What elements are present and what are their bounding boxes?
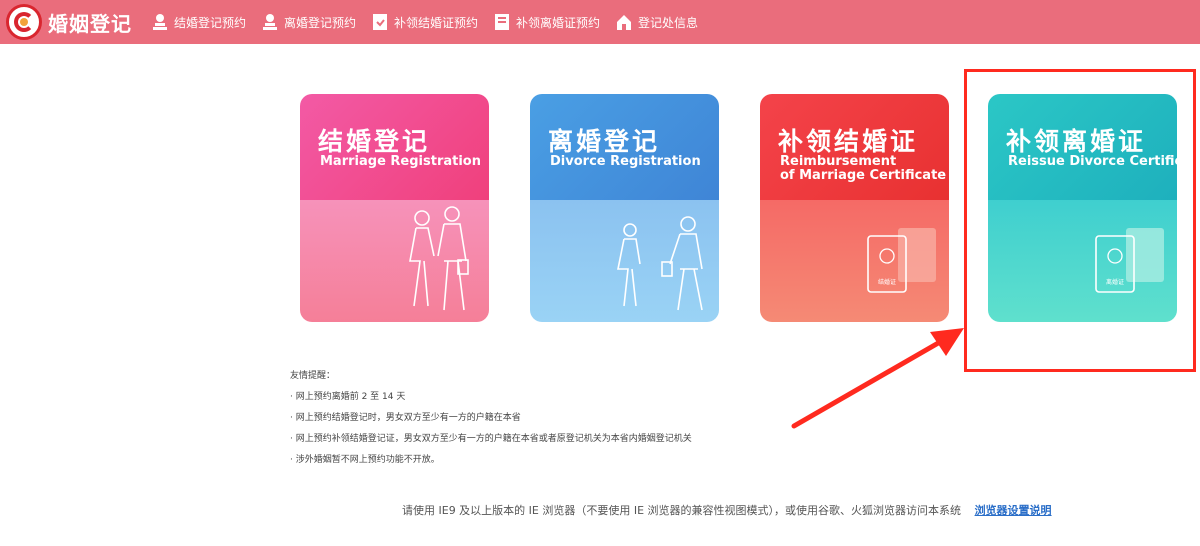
- card-title: 离婚登记: [548, 127, 661, 156]
- card-divorce-registration[interactable]: 离婚登记 Divorce Registration: [530, 94, 719, 322]
- nav-marriage-appointment[interactable]: 结婚登记预约: [152, 0, 246, 44]
- nav-registry-info[interactable]: 登记处信息: [616, 0, 698, 44]
- browser-settings-link[interactable]: 浏览器设置说明: [975, 504, 1052, 517]
- highlight-box: [964, 69, 1196, 372]
- nav-label: 补领结婚证预约: [394, 15, 479, 30]
- card-reissue-marriage-certificate[interactable]: 补领结婚证 Reimbursement of Marriage Certifica…: [760, 94, 949, 322]
- nav-label: 离婚登记预约: [284, 15, 357, 30]
- separated-couple-icon: [617, 216, 703, 311]
- notice-item: · 网上预约补领结婚登记证，男女双方至少有一方的户籍在本省或者原登记机关为本省内…: [290, 434, 692, 444]
- notice-section: 友情提醒： · 网上预约离婚前 2 至 14 天 · 网上预约结婚登记时，男女双…: [290, 366, 692, 471]
- browser-requirement: 请使用 IE9 及以上版本的 IE 浏览器（不要使用 IE 浏览器的兼容性视图模…: [402, 502, 1052, 518]
- notice-title: 友情提醒：: [290, 371, 336, 381]
- nav-divorce-appointment[interactable]: 离婚登记预约: [262, 0, 356, 44]
- card-title: 补领结婚证: [778, 127, 919, 156]
- card-subtitle: Reimbursement of Marriage Certificate: [780, 154, 947, 183]
- nav-reissue-marriage-cert[interactable]: 补领结婚证预约: [372, 0, 478, 44]
- couple-icon: [409, 206, 469, 311]
- nav-label: 补领离婚证预约: [516, 15, 601, 30]
- nav-label: 登记处信息: [638, 15, 699, 30]
- top-navigation-bar: 婚姻登记 结婚登记预约 离婚登记预约 补领结婚证预约 补领离婚证预约 登记处信息: [0, 0, 1200, 44]
- card-title: 结婚登记: [318, 127, 431, 156]
- logo[interactable]: [6, 4, 42, 40]
- nav-label: 结婚登记预约: [174, 15, 247, 30]
- browser-requirement-text: 请使用 IE9 及以上版本的 IE 浏览器（不要使用 IE 浏览器的兼容性视图模…: [402, 504, 962, 517]
- notice-item: · 网上预约结婚登记时，男女双方至少有一方的户籍在本省: [290, 413, 521, 423]
- certificate-icon: [372, 13, 388, 31]
- stamp-icon: [262, 13, 278, 31]
- nav-reissue-divorce-cert[interactable]: 补领离婚证预约: [494, 0, 600, 44]
- stamp-icon: [152, 13, 168, 31]
- certificate-label: 结婚证: [878, 278, 896, 286]
- annotation-arrow-icon: [791, 328, 964, 429]
- site-title: 婚姻登记: [48, 12, 132, 36]
- notice-item: · 涉外婚姻暂不网上预约功能不开放。: [290, 455, 440, 465]
- marriage-certificate-icon: 结婚证: [867, 228, 936, 293]
- certificate-icon: [494, 13, 510, 31]
- notice-item: · 网上预约离婚前 2 至 14 天: [290, 392, 406, 402]
- card-marriage-registration[interactable]: 结婚登记 Marriage Registration: [300, 94, 489, 322]
- house-icon: [616, 13, 632, 31]
- card-subtitle: Marriage Registration: [320, 154, 481, 169]
- card-subtitle: Divorce Registration: [550, 154, 701, 169]
